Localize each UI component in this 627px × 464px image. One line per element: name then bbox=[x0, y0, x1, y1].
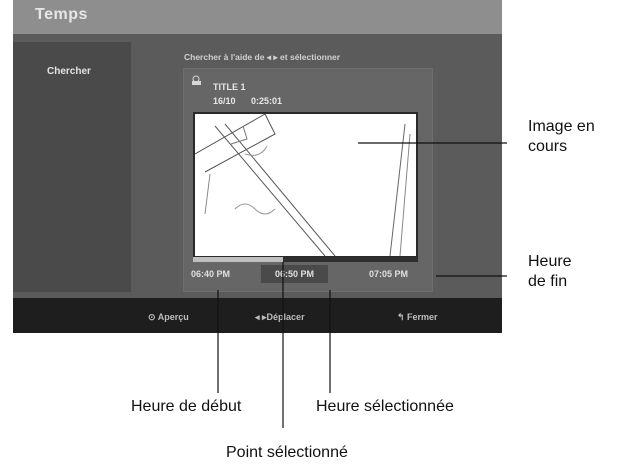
callout-selected-time: Heure sélectionnée bbox=[316, 398, 454, 415]
preview-frame-sketch bbox=[195, 114, 411, 256]
arrow-left-right-icon: ◂ ▸ bbox=[255, 312, 267, 322]
sidebar-item-chercher[interactable]: Chercher bbox=[47, 66, 91, 77]
timeline-bar[interactable] bbox=[193, 257, 418, 262]
selected-time[interactable]: 06:50 PM bbox=[261, 265, 329, 283]
sidebar: Chercher bbox=[13, 42, 131, 292]
title-bar: Temps bbox=[13, 0, 502, 34]
start-time: 06:40 PM bbox=[191, 269, 231, 279]
dvr-screen: Temps Chercher Chercher à l'aide de ◂ ▸ … bbox=[13, 0, 502, 333]
callout-end-time: Heure de fin bbox=[528, 253, 572, 290]
title-date: 16/10 bbox=[213, 96, 236, 106]
footer-bar: ⊙ Aperçu ◂ ▸Déplacer ↰ Fermer bbox=[13, 298, 502, 333]
move-hint[interactable]: ◂ ▸Déplacer bbox=[255, 312, 305, 323]
close-hint[interactable]: ↰ Fermer bbox=[397, 312, 438, 323]
current-image-preview bbox=[193, 112, 418, 258]
window-title: Temps bbox=[35, 6, 88, 23]
circle-button-icon: ⊙ bbox=[148, 312, 158, 322]
instruction-text: Chercher à l'aide de ◂ ▸ et sélectionner bbox=[184, 52, 341, 62]
disc-icon bbox=[192, 75, 201, 85]
callout-selected-point: Point sélectionné bbox=[226, 444, 348, 461]
preview-hint[interactable]: ⊙ Aperçu bbox=[148, 312, 189, 323]
title-label: TITLE 1 bbox=[213, 82, 246, 92]
callout-current-image: Image en cours bbox=[528, 118, 595, 155]
title-duration: 0:25:01 bbox=[251, 96, 283, 106]
end-time: 07:05 PM bbox=[369, 269, 409, 279]
timeline-fill bbox=[193, 257, 283, 262]
return-icon: ↰ bbox=[397, 312, 408, 322]
callout-start-time: Heure de début bbox=[131, 398, 242, 415]
